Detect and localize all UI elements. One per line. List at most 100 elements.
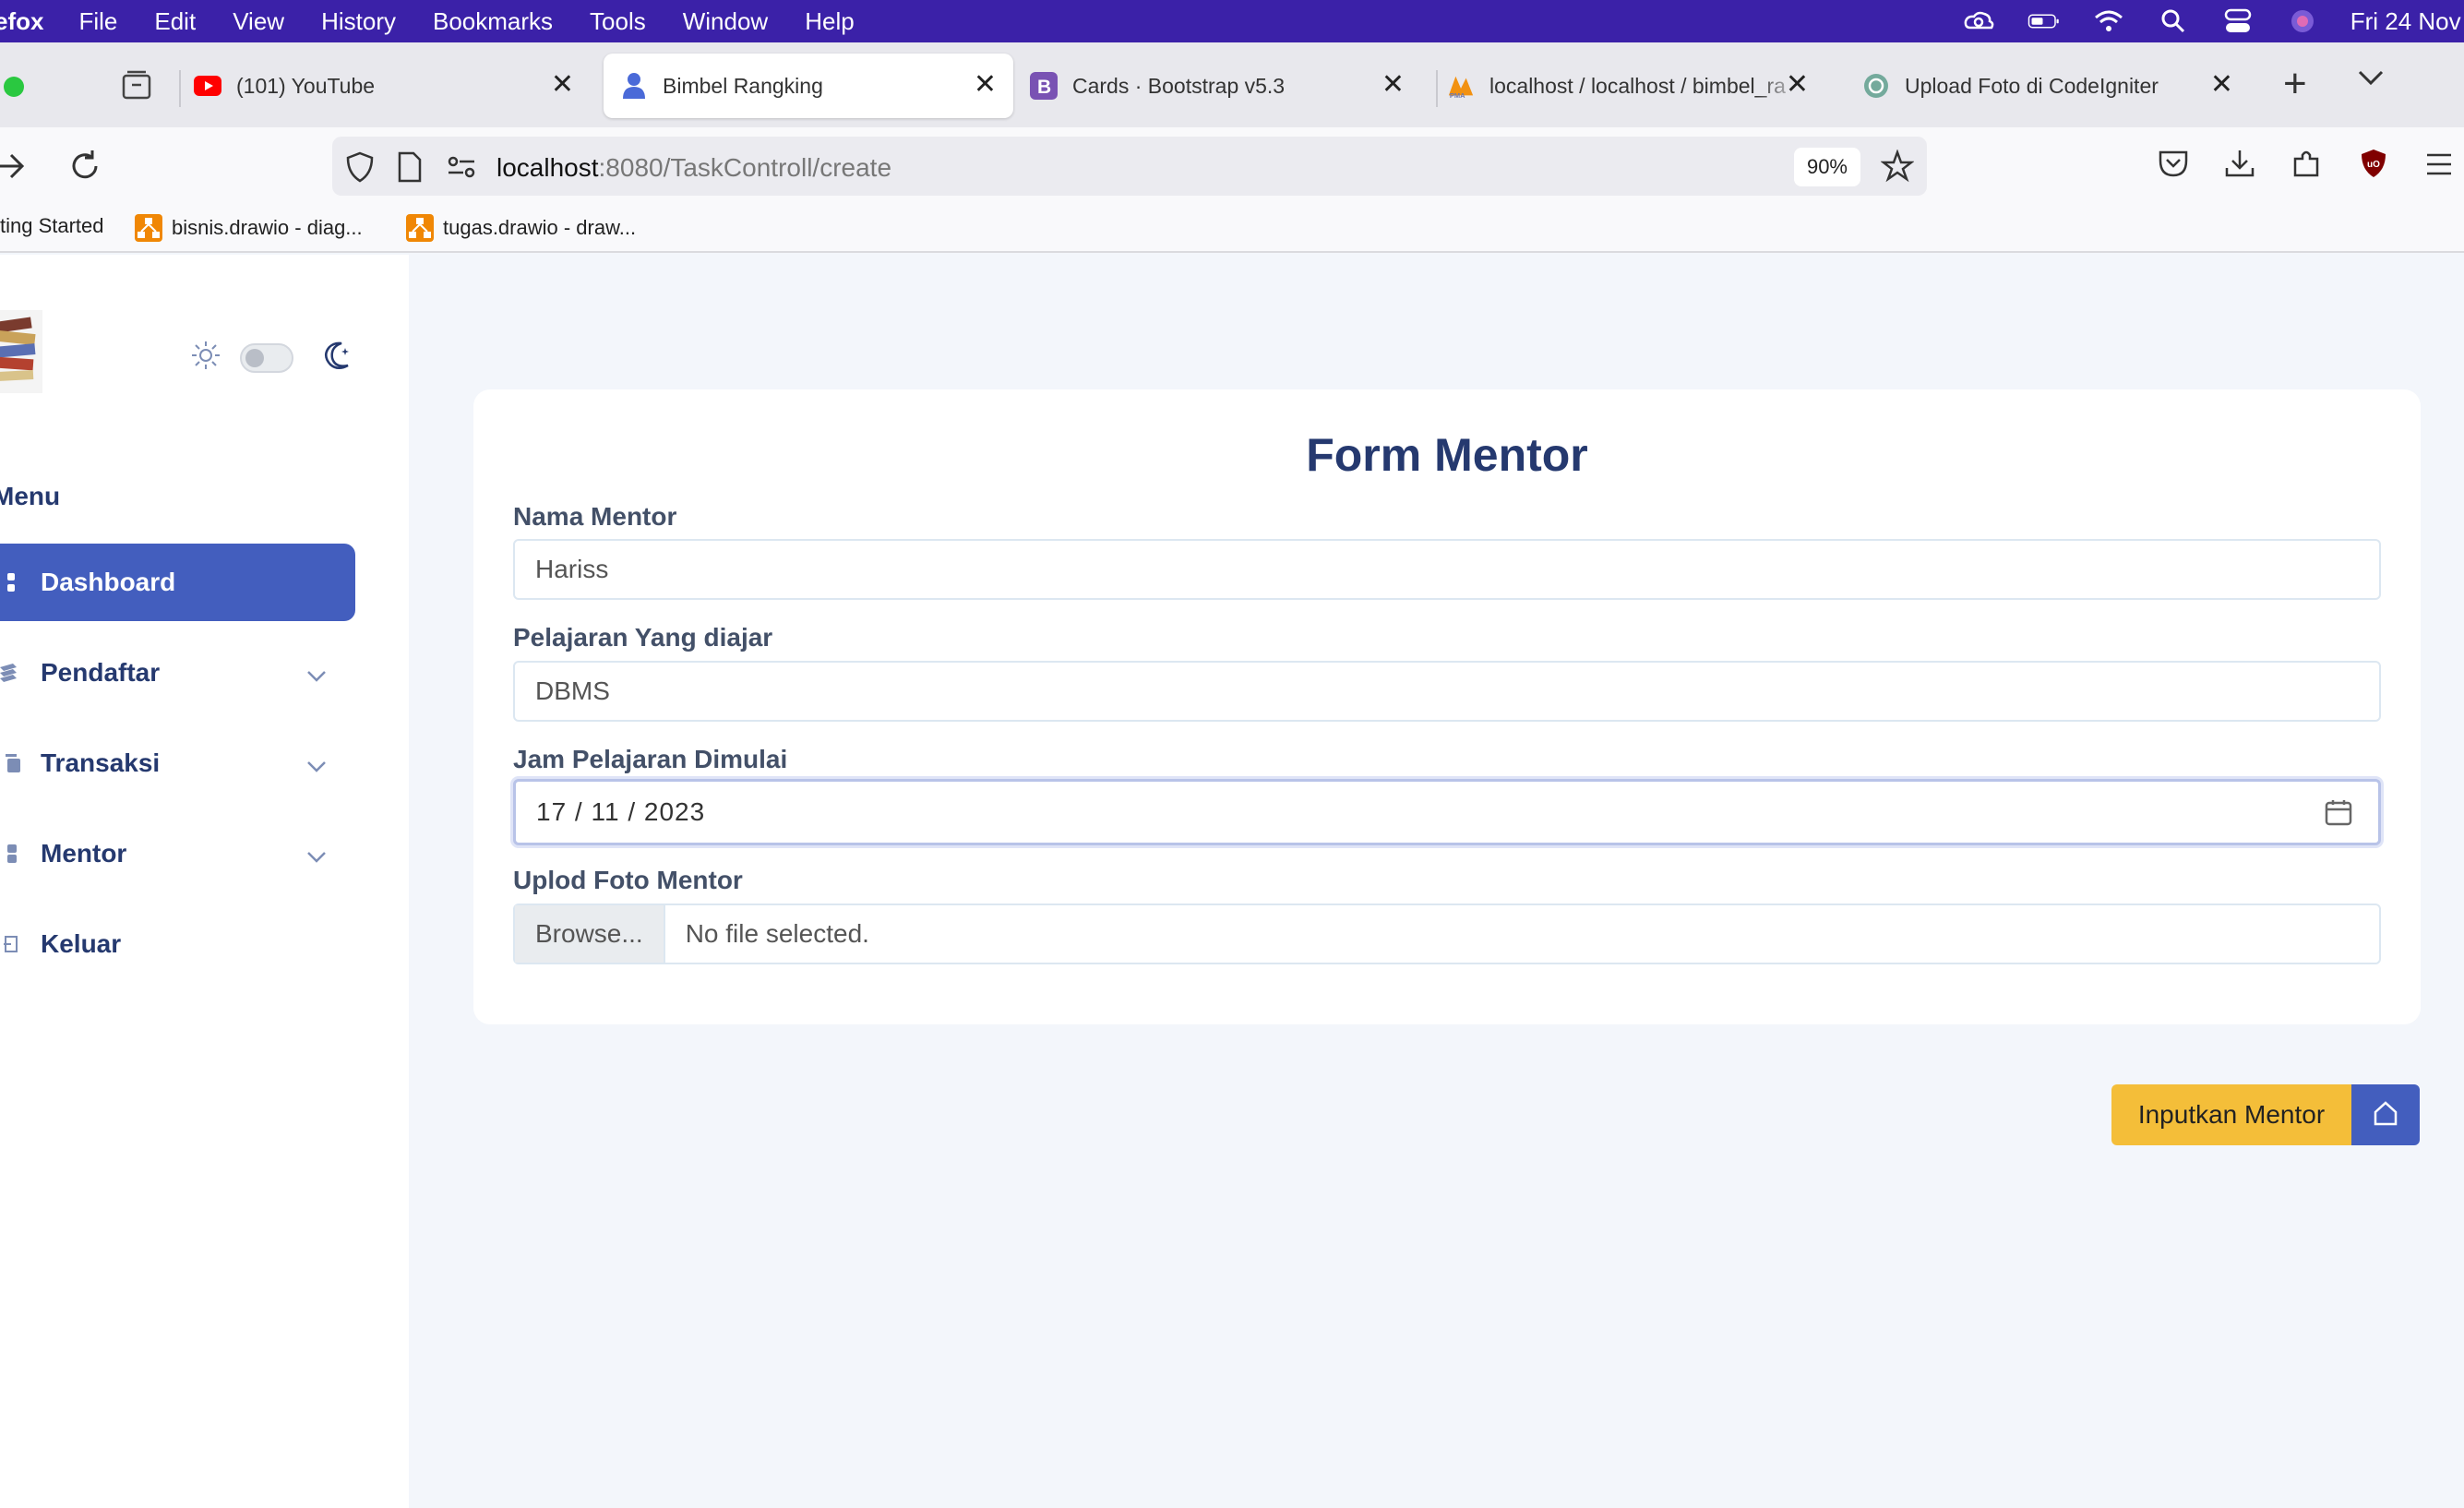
user-icon [620, 72, 648, 100]
youtube-icon [194, 72, 221, 100]
new-tab-plus-icon[interactable]: + [2283, 61, 2307, 107]
bootstrap-icon: B [1030, 72, 1058, 100]
tab-youtube[interactable]: (101) YouTube ✕ [194, 54, 591, 118]
menu-view[interactable]: View [233, 7, 284, 36]
stack-icon [0, 662, 22, 684]
foto-file-input[interactable]: Browse... No file selected. [513, 904, 2381, 964]
menu-window[interactable]: Window [683, 7, 768, 36]
spotlight-search-icon[interactable] [2157, 7, 2190, 35]
jam-pelajaran-date-input[interactable]: 17 / 11 / 2023 [513, 779, 2381, 845]
sidebar-menu-title: Menu [0, 482, 61, 510]
grid-icon [0, 571, 22, 593]
chevron-down-icon[interactable] [305, 660, 328, 689]
tab-upload-foto[interactable]: Upload Foto di CodeIgniter ✕ [1862, 54, 2250, 118]
uplod-foto-label: Uplod Foto Mentor [513, 866, 743, 894]
close-icon[interactable]: ✕ [1786, 68, 1809, 101]
tab-title: Bimbel Rangking [663, 73, 823, 98]
zoom-level-badge[interactable]: 90% [1793, 148, 1860, 186]
window-zoom-button[interactable] [4, 77, 24, 97]
menu-tools[interactable]: Tools [590, 7, 646, 36]
wifi-icon[interactable] [2092, 7, 2125, 35]
menu-edit[interactable]: Edit [154, 7, 196, 36]
url-text[interactable]: localhost:8080/TaskControll/create [496, 153, 891, 183]
bookmark-bisnis-drawio[interactable]: bisnis.drawio - diag... [135, 214, 363, 242]
hamburger-menu-icon[interactable] [2425, 151, 2453, 182]
download-icon[interactable] [2224, 148, 2255, 184]
dark-mode-toggle[interactable] [240, 342, 293, 373]
permissions-icon[interactable] [447, 155, 476, 184]
browse-button[interactable]: Browse... [515, 905, 665, 963]
bookmark-star-icon[interactable] [1880, 149, 1915, 187]
url-host: localhost [496, 153, 599, 182]
home-icon [2372, 1099, 2399, 1131]
app-menu-firefox[interactable]: efox [0, 7, 43, 36]
drawio-icon [406, 214, 434, 242]
forward-arrow-icon[interactable] [0, 148, 30, 189]
inputkan-mentor-button[interactable]: Inputkan Mentor [2111, 1084, 2351, 1145]
chevron-down-icon[interactable] [305, 750, 328, 780]
tab-title: localhost / localhost / bimbel_ra [1489, 73, 1786, 98]
sidebar-item-mentor[interactable]: Mentor [0, 815, 355, 892]
page-info-icon[interactable] [397, 151, 423, 187]
pelajaran-label: Pelajaran Yang diajar [513, 623, 773, 652]
menu-bookmarks[interactable]: Bookmarks [433, 7, 553, 36]
svg-text:PMA: PMA [1450, 91, 1465, 100]
siri-icon[interactable] [2286, 7, 2319, 35]
phpmyadmin-icon: PMA [1447, 72, 1475, 100]
grid-icon [0, 843, 22, 865]
address-bar[interactable]: localhost:8080/TaskControll/create 90% [332, 137, 1927, 196]
browser-tab-strip: (101) YouTube ✕ Bimbel Rangking ✕ B Card… [0, 42, 2464, 127]
firefox-view-icon[interactable] [120, 68, 157, 105]
jam-pelajaran-label: Jam Pelajaran Dimulai [513, 745, 788, 773]
control-center-icon[interactable] [2221, 7, 2255, 35]
extensions-puzzle-icon[interactable] [2291, 148, 2322, 184]
calendar-icon[interactable] [2325, 798, 2352, 832]
pelajaran-input[interactable]: DBMS [513, 661, 2381, 722]
ublock-origin-icon[interactable]: uO [2359, 148, 2388, 184]
macos-menu-bar: efox File Edit View History Bookmarks To… [0, 0, 2464, 42]
chevron-down-icon[interactable] [305, 841, 328, 870]
close-icon[interactable]: ✕ [1382, 68, 1405, 101]
tab-title: Cards · Bootstrap v5.3 [1072, 73, 1286, 98]
close-icon[interactable]: ✕ [974, 68, 997, 101]
pocket-icon[interactable] [2158, 148, 2189, 184]
url-path: :8080/TaskControll/create [598, 153, 892, 182]
close-icon[interactable]: ✕ [551, 68, 574, 101]
sidebar-item-keluar[interactable]: Keluar [0, 905, 355, 983]
bookmark-getting-started[interactable]: ting Started [0, 214, 104, 238]
menu-help[interactable]: Help [805, 7, 854, 36]
svg-text:B: B [1037, 77, 1051, 98]
creative-cloud-icon[interactable] [1963, 7, 1996, 35]
tab-title: Upload Foto di CodeIgniter [1905, 73, 2159, 98]
sidebar-item-label: Keluar [41, 929, 122, 958]
shield-icon[interactable] [345, 151, 375, 187]
svg-text:uO: uO [2367, 160, 2380, 170]
sun-icon [190, 340, 221, 376]
bookmark-tugas-drawio[interactable]: tugas.drawio - draw... [406, 214, 636, 242]
tab-bootstrap-cards[interactable]: B Cards · Bootstrap v5.3 ✕ [1030, 54, 1421, 118]
sidebar: Menu Dashboard Pendaftar Transaksi Mento… [0, 255, 409, 1508]
browser-nav-bar: localhost:8080/TaskControll/create 90% u… [0, 127, 2464, 205]
menubar-clock[interactable]: Fri 24 Nov 19. [2350, 7, 2464, 36]
home-button[interactable] [2351, 1084, 2420, 1145]
battery-icon[interactable] [2027, 7, 2061, 35]
menu-history[interactable]: History [321, 7, 396, 36]
pelajaran-value: DBMS [535, 676, 610, 705]
close-icon[interactable]: ✕ [2210, 68, 2233, 101]
nama-mentor-input[interactable]: Hariss [513, 539, 2381, 600]
logout-icon [0, 933, 22, 955]
reload-icon[interactable] [66, 148, 103, 189]
theme-switcher [190, 340, 354, 376]
sidebar-item-transaksi[interactable]: Transaksi [0, 724, 355, 802]
bookmark-label: tugas.drawio - draw... [443, 216, 637, 239]
menu-file[interactable]: File [78, 7, 117, 36]
tab-bimbel-rangking[interactable]: Bimbel Rangking ✕ [604, 54, 1013, 118]
chatgpt-icon [1862, 72, 1890, 100]
chevron-down-icon[interactable] [2357, 68, 2390, 102]
sidebar-item-dashboard[interactable]: Dashboard [0, 544, 355, 621]
books-logo[interactable] [0, 310, 42, 393]
sidebar-item-pendaftar[interactable]: Pendaftar [0, 634, 355, 712]
tab-phpmyadmin[interactable]: PMA localhost / localhost / bimbel_ra ✕ [1447, 54, 1825, 118]
moon-icon [323, 340, 354, 376]
bookmarks-toolbar: ting Started bisnis.drawio - diag... tug… [0, 205, 2464, 253]
